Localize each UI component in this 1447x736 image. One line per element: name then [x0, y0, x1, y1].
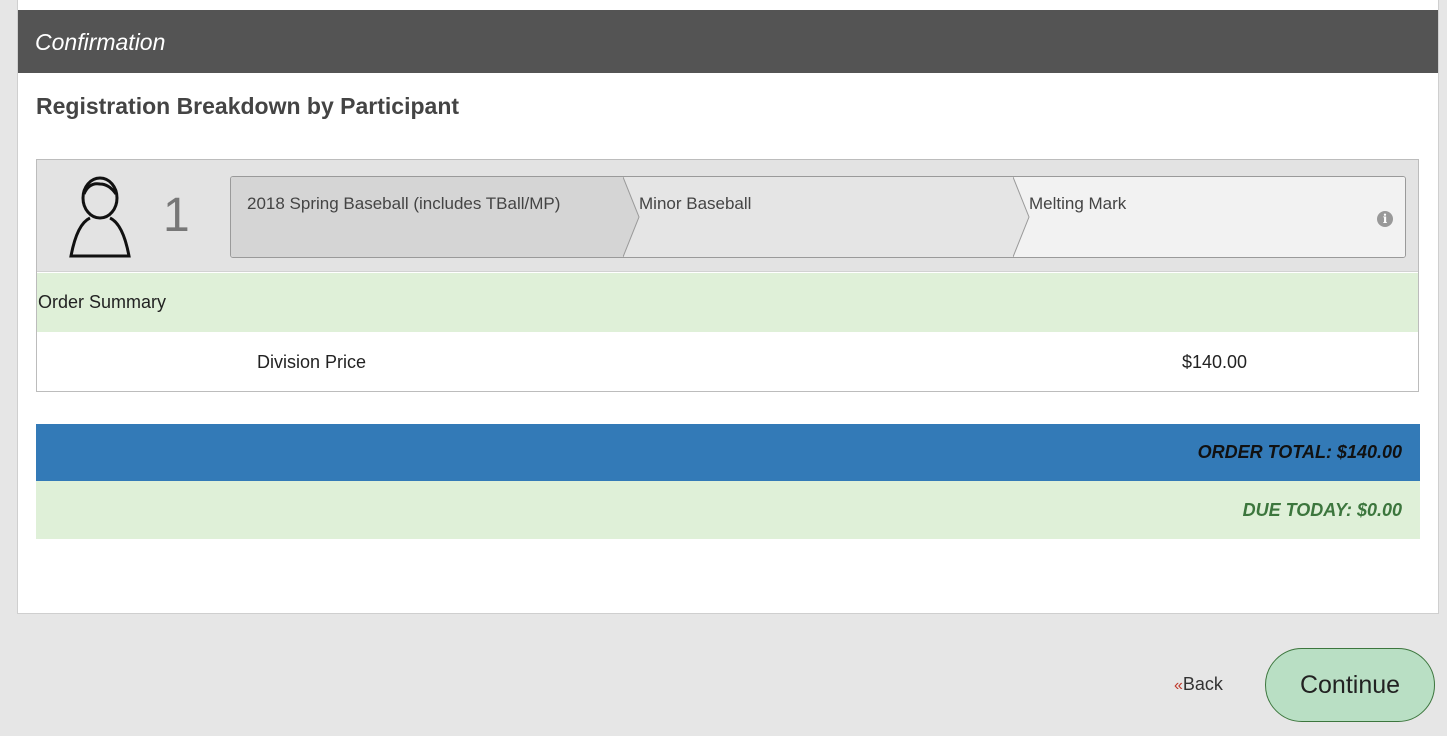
breadcrumb-separator [623, 177, 640, 257]
order-total: ORDER TOTAL: $140.00 [36, 424, 1420, 481]
participant-card: 1 2018 Spring Baseball (includes TBall/M… [36, 159, 1419, 392]
breadcrumb-team: Melting Mark [1013, 177, 1405, 257]
section-title: Registration Breakdown by Participant [36, 93, 460, 119]
info-icon[interactable]: i [1377, 211, 1393, 227]
division-price-value: $140.00 [1182, 352, 1248, 372]
back-label: Back [1182, 674, 1223, 694]
participant-header: 1 2018 Spring Baseball (includes TBall/M… [37, 160, 1418, 272]
due-today: DUE TODAY: $0.00 [36, 481, 1420, 539]
panel-header: Confirmation [18, 10, 1438, 73]
person-icon [69, 176, 131, 258]
division-breadcrumb: 2018 Spring Baseball (includes TBall/MP)… [230, 176, 1406, 258]
breadcrumb-separator [1013, 177, 1030, 257]
breadcrumb-season: 2018 Spring Baseball (includes TBall/MP) [231, 177, 623, 257]
chevron-left-icon: « [1174, 677, 1183, 694]
table-row: Division Price $140.00 [37, 332, 1418, 391]
order-summary-label: Order Summary [37, 273, 1418, 332]
participant-number: 1 [163, 189, 190, 242]
continue-button[interactable]: Continue [1265, 648, 1435, 722]
breadcrumb-division: Minor Baseball [623, 177, 1013, 257]
back-link[interactable]: «Back [1174, 674, 1223, 695]
division-price-label: Division Price [257, 352, 367, 372]
confirmation-panel: Confirmation Registration Breakdown by P… [17, 0, 1439, 614]
